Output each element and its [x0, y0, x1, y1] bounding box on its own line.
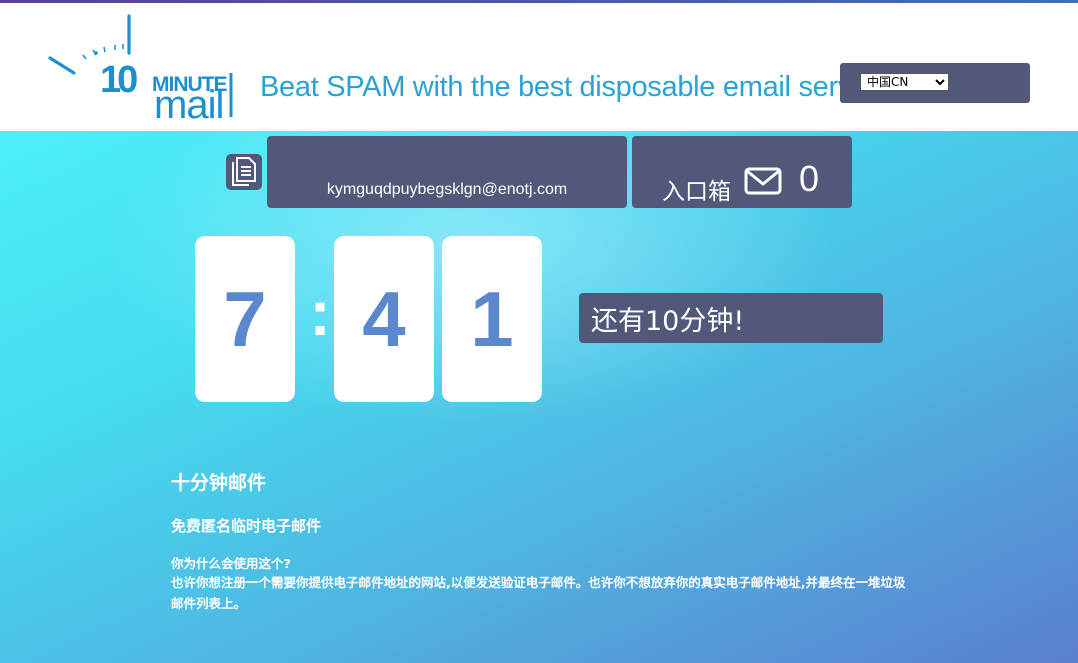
- site-tagline: Beat SPAM with the best disposable email…: [260, 71, 889, 103]
- envelope-icon: [744, 167, 782, 195]
- timer-minutes: 7: [195, 236, 295, 402]
- email-address[interactable]: kymguqdpuybegsklgn@enotj.com: [267, 181, 627, 199]
- copy-document-icon: [232, 157, 256, 186]
- site-logo[interactable]: 10 MINUTE mail: [48, 13, 238, 127]
- timer-separator: :: [309, 277, 331, 349]
- time-remaining-notice: 还有10分钟!: [579, 293, 883, 343]
- about-question: 你为什么会使用这个?: [171, 556, 291, 571]
- inbox-label: 入口箱: [662, 179, 731, 205]
- about-title: 十分钟邮件: [171, 472, 267, 494]
- language-select[interactable]: 中国CN: [860, 73, 949, 91]
- timer-seconds-ones: 1: [442, 236, 542, 402]
- about-body: 也许你想注册一个需要你提供电子邮件地址的网站,以便发送验证电子邮件。也许你不想放…: [171, 575, 906, 611]
- about-subtitle: 免费匿名临时电子邮件: [171, 517, 322, 535]
- inbox-count: 0: [799, 158, 820, 199]
- inbox-button[interactable]: 入口箱 0: [632, 136, 852, 208]
- main-content: kymguqdpuybegsklgn@enotj.com 入口箱 0 7 : 4…: [0, 131, 1078, 663]
- clock-hand-icon: 10 MINUTE mail: [48, 14, 233, 127]
- language-panel: 中国CN: [840, 63, 1030, 103]
- timer-seconds-tens: 4: [334, 236, 434, 402]
- email-address-box[interactable]: kymguqdpuybegsklgn@enotj.com: [267, 136, 627, 208]
- site-header: 10 MINUTE mail Beat SPAM with the best d…: [0, 3, 1078, 131]
- logo-number: 10: [100, 59, 137, 101]
- copy-email-button[interactable]: [226, 154, 262, 190]
- logo-word-mail: mail: [154, 83, 223, 121]
